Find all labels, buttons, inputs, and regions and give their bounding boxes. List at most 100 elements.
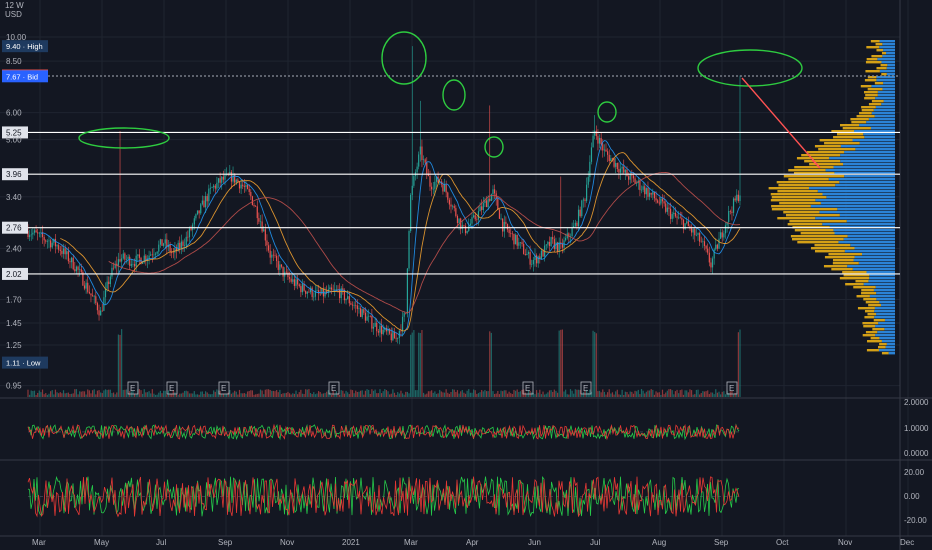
volume-bar xyxy=(542,391,544,397)
time-axis[interactable]: Mar May Jul Sep Nov 2021 Mar Apr Jun Jul Aug Sep Oct… xyxy=(32,538,914,547)
candle-body xyxy=(224,174,226,180)
volume-bar xyxy=(380,393,383,397)
candle-body xyxy=(702,241,704,242)
earnings-text: E xyxy=(221,384,226,393)
price-tag-text: 7.67 · Bid xyxy=(6,72,38,81)
vp-down-bar xyxy=(876,49,884,52)
volume-bar xyxy=(67,392,69,397)
candle-body xyxy=(369,315,371,317)
candle-body xyxy=(493,189,496,194)
candle-body xyxy=(645,188,647,195)
volume-bar xyxy=(193,391,195,397)
candle-body xyxy=(487,198,489,208)
volume-bar xyxy=(51,390,53,397)
volume-bar xyxy=(587,392,589,397)
vp-up-bar xyxy=(810,205,895,208)
candle-body xyxy=(652,192,654,195)
volume-bar xyxy=(109,389,111,397)
vp-up-bar xyxy=(879,70,895,73)
candle-body xyxy=(245,185,247,187)
volume-bar xyxy=(300,389,302,397)
volume-bar xyxy=(576,389,578,397)
volume-bar xyxy=(297,394,299,397)
candle-body xyxy=(650,192,652,195)
volume-bar xyxy=(452,389,454,397)
vp-down-bar xyxy=(791,238,844,241)
volume-bar xyxy=(555,390,557,397)
volume-bar xyxy=(195,394,197,397)
candle-body xyxy=(351,304,354,306)
volume-bar xyxy=(322,393,325,397)
volume-bar xyxy=(568,394,570,397)
candle-body xyxy=(282,266,284,277)
candle-body xyxy=(72,257,74,270)
price-tick: 5.00 xyxy=(6,136,22,145)
vp-down-bar xyxy=(804,160,841,163)
vp-down-bar xyxy=(800,232,835,235)
vp-up-bar xyxy=(874,310,895,313)
volume-bar xyxy=(455,392,457,397)
volume-bar xyxy=(87,389,89,397)
vp-down-bar xyxy=(864,79,877,82)
volume-bar xyxy=(235,391,237,397)
osc-tick: 0.0000 xyxy=(904,449,929,458)
volume-bar xyxy=(146,392,149,397)
vp-down-bar xyxy=(779,202,821,205)
candle-body xyxy=(280,264,283,267)
candle-body xyxy=(408,231,410,269)
candle-body xyxy=(390,333,392,341)
candle-body xyxy=(461,225,463,229)
volume-bar xyxy=(636,391,638,397)
volume-bar xyxy=(639,394,641,397)
candle-body xyxy=(616,162,618,170)
volume-bar xyxy=(253,394,255,397)
volume-bar xyxy=(660,394,662,397)
candle-body xyxy=(431,186,433,190)
volume-bar xyxy=(259,389,262,397)
candle-body xyxy=(718,238,720,249)
vp-up-bar xyxy=(882,43,895,46)
candle-body xyxy=(663,201,665,204)
volume-bar xyxy=(142,393,144,397)
volume-bar xyxy=(545,393,547,397)
price-tick: 0.95 xyxy=(6,382,22,391)
candle-body xyxy=(216,182,218,189)
stock-chart[interactable]: 5.253.962.762.029.40 · High7.71 · Ask7.6… xyxy=(0,0,932,550)
vp-up-bar xyxy=(870,127,895,130)
time-tick: 2021 xyxy=(342,538,360,547)
candle-body xyxy=(203,200,205,208)
volume-bar xyxy=(75,389,78,397)
candle-body xyxy=(550,237,552,246)
volume-bar xyxy=(516,389,518,397)
candle-body xyxy=(403,313,405,317)
vp-up-bar xyxy=(882,55,895,58)
candle-body xyxy=(673,212,675,215)
candle-body xyxy=(681,217,683,220)
volume-bar xyxy=(644,393,646,397)
time-tick: Mar xyxy=(404,538,418,547)
candle-body xyxy=(301,283,304,293)
volume-bar xyxy=(607,392,609,397)
candle-body xyxy=(545,244,547,246)
level-tag-text: 3.96 xyxy=(6,170,22,179)
volume-bar xyxy=(648,390,651,397)
price-tag-text: 1.11 · Low xyxy=(6,359,41,368)
candle-body xyxy=(122,253,124,259)
volume-bar xyxy=(482,391,484,397)
candle-body xyxy=(434,181,436,189)
candle-body xyxy=(332,289,334,291)
vp-up-bar xyxy=(826,196,895,199)
vp-up-bar xyxy=(847,265,895,268)
volume-bar xyxy=(700,393,702,397)
candle-body xyxy=(623,166,625,173)
candle-body xyxy=(91,295,94,297)
candle-body xyxy=(621,166,623,169)
volume-bar xyxy=(389,394,391,397)
candle-body xyxy=(106,281,108,289)
volume-bar xyxy=(474,390,476,397)
volume-bar xyxy=(56,392,58,397)
volume-bar xyxy=(166,394,168,397)
candle-body xyxy=(497,198,499,210)
vp-up-bar xyxy=(886,343,895,346)
price-tick: 8.50 xyxy=(6,57,22,66)
